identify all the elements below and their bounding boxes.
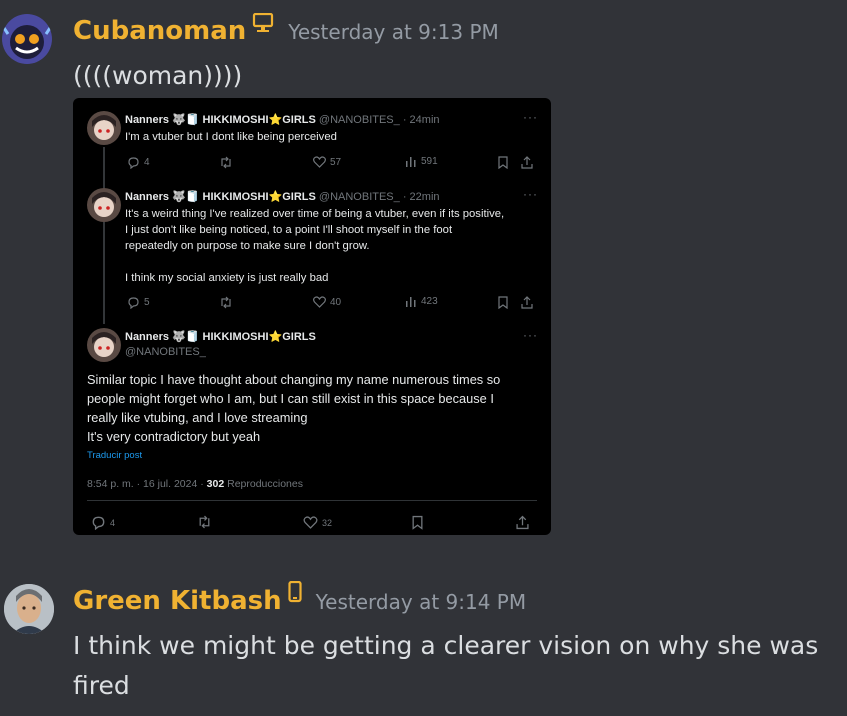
views-icon xyxy=(406,297,416,307)
bookmark-icon xyxy=(411,515,424,530)
bookmark-icon xyxy=(497,156,509,169)
heart-icon xyxy=(313,296,326,308)
timestamp[interactable]: Yesterday at 9:14 PM xyxy=(316,590,527,614)
tweet-screenshot-attachment[interactable]: Nanners 🐺🧻 HIKKIMOSHI⭐GIRLS @NANOBITES_ … xyxy=(73,98,551,535)
more-icon: ··· xyxy=(523,328,538,342)
like-count: 32 xyxy=(303,516,332,529)
reply-count: 4 xyxy=(127,156,150,169)
heart-icon xyxy=(303,516,318,529)
reply-icon xyxy=(128,297,139,309)
more-icon: ··· xyxy=(523,187,538,201)
timestamp[interactable]: Yesterday at 9:13 PM xyxy=(288,20,499,44)
tweet-handle: @NANOBITES_ xyxy=(125,346,206,358)
share-icon xyxy=(516,515,529,530)
tweet-meta: 8:54 p. m. · 16 jul. 2024 · 302 Reproduc… xyxy=(87,478,303,490)
tweet-avatar xyxy=(87,328,121,362)
tweet-avatar xyxy=(87,188,121,222)
translate-link: Traducir post xyxy=(87,450,143,461)
tweet-text: I'm a vtuber but I dont like being perce… xyxy=(125,131,337,143)
reply-count: 4 xyxy=(91,515,115,530)
share-icon xyxy=(521,296,533,309)
tweet-age: · 24min xyxy=(402,114,440,126)
view-count: 423 xyxy=(405,296,438,307)
like-count: 40 xyxy=(313,296,341,308)
tweet-text: It's a weird thing I've realized over ti… xyxy=(125,208,505,284)
bookmark-icon xyxy=(497,296,509,309)
main-tweet-text: Similar topic I have thought about chang… xyxy=(87,372,501,444)
avatar[interactable] xyxy=(4,584,54,634)
avatar[interactable] xyxy=(2,14,52,64)
more-icon: ··· xyxy=(523,110,538,124)
view-count: 591 xyxy=(405,156,438,167)
like-count: 57 xyxy=(313,156,341,168)
message-text: ((((woman)))) xyxy=(73,61,243,90)
tweet-handle: @NANOBITES_ xyxy=(318,114,400,126)
reply-count: 5 xyxy=(127,296,150,309)
retweet-icon xyxy=(219,296,233,309)
mobile-icon xyxy=(288,580,302,607)
reply-icon xyxy=(92,516,105,530)
tweet-author: Nanners 🐺🧻 HIKKIMOSHI⭐GIRLS xyxy=(125,191,316,203)
tweet-handle: @NANOBITES_ xyxy=(318,191,400,203)
message-text: I think we might be getting a clearer vi… xyxy=(73,631,819,700)
author-name[interactable]: Cubanoman xyxy=(73,16,246,46)
retweet-icon xyxy=(219,156,233,169)
reply-icon xyxy=(128,157,139,169)
thread-line xyxy=(103,224,105,324)
tweet-author: Nanners 🐺🧻 HIKKIMOSHI⭐GIRLS xyxy=(125,114,316,126)
heart-icon xyxy=(313,156,326,168)
tweet-author: Nanners 🐺🧻 HIKKIMOSHI⭐GIRLS xyxy=(125,331,316,343)
retweet-icon xyxy=(197,515,212,529)
author-name[interactable]: Green Kitbash xyxy=(73,586,282,616)
desktop-icon xyxy=(252,12,274,37)
tweet-age: · 22min xyxy=(402,191,440,203)
views-icon xyxy=(406,157,416,167)
tweet-avatar xyxy=(87,111,121,145)
share-icon xyxy=(521,156,533,169)
divider xyxy=(87,500,537,501)
